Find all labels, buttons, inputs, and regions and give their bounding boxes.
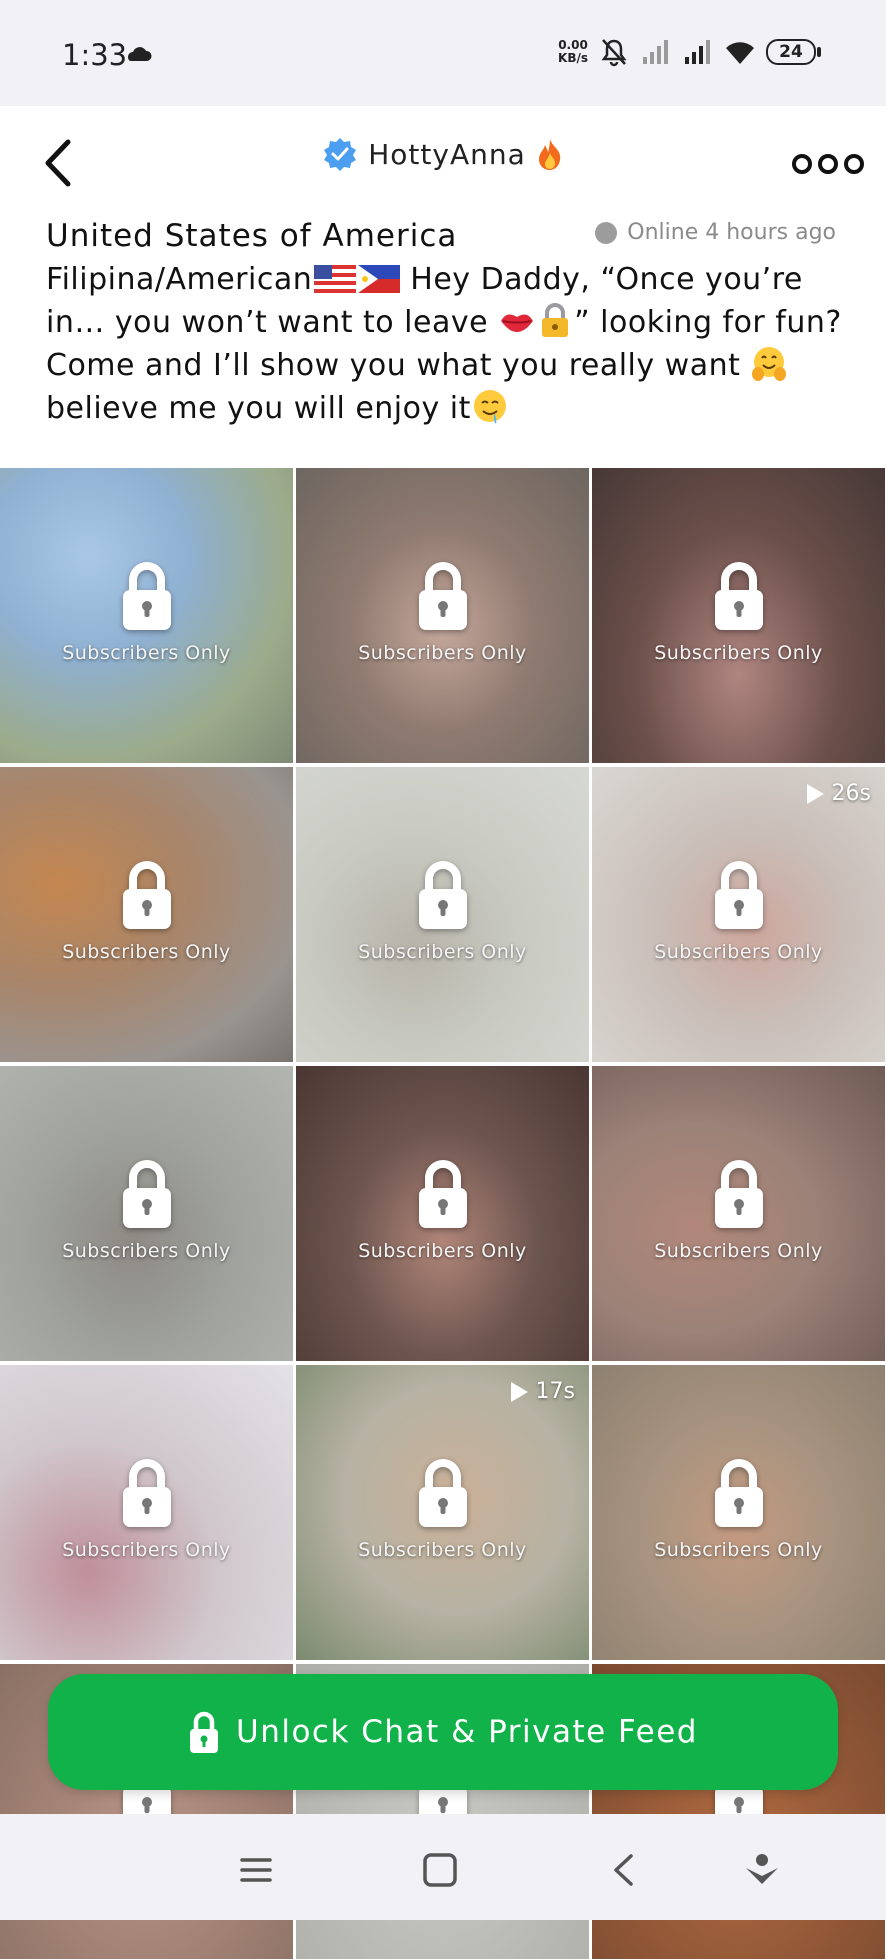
locked-overlay: Subscribers Only	[592, 1457, 885, 1561]
lock-icon	[714, 562, 763, 630]
locked-overlay: Subscribers Only	[0, 859, 293, 963]
subscribers-only-label: Subscribers Only	[654, 1240, 823, 1262]
lock-icon	[190, 1711, 218, 1753]
network-speed: 0.00 KB/s	[558, 38, 588, 65]
media-tile[interactable]: Subscribers Only	[0, 767, 293, 1062]
subscribers-only-label: Subscribers Only	[358, 941, 527, 963]
status-icons: 0.00 KB/s 24	[558, 36, 821, 68]
subscribers-only-label: Subscribers Only	[654, 1539, 823, 1561]
page-title: HottyAnna	[368, 137, 526, 171]
locked-overlay: Subscribers Only	[296, 560, 589, 664]
locked-overlay: Subscribers Only	[0, 1457, 293, 1561]
media-tile[interactable]: Subscribers Only	[0, 1066, 293, 1361]
subscribers-only-label: Subscribers Only	[62, 1240, 231, 1262]
play-icon	[806, 783, 824, 804]
lock-icon	[418, 1160, 467, 1228]
battery-icon: 24	[766, 39, 821, 65]
us-flag-icon	[314, 265, 357, 293]
status-bar: 1:33 0.00 KB/s 24	[0, 0, 886, 106]
subscribers-only-label: Subscribers Only	[358, 1240, 527, 1262]
online-status: Online 4 hours ago	[595, 220, 836, 245]
drooling-face-icon	[473, 390, 506, 424]
status-dot-icon	[595, 221, 618, 244]
locked-overlay: Subscribers Only	[296, 1457, 589, 1561]
lock-icon	[122, 1160, 171, 1228]
signal-icon	[643, 40, 668, 64]
profile-title: HottyAnna	[0, 136, 886, 172]
profile-country: United States of America	[46, 218, 458, 254]
lock-icon	[122, 562, 171, 630]
media-tile[interactable]: Subscribers Only	[592, 1365, 885, 1660]
cloud-icon	[128, 47, 152, 61]
media-tile[interactable]: Subscribers Only	[0, 1365, 293, 1660]
lock-with-key-icon	[542, 303, 569, 337]
hugging-face-icon	[752, 347, 787, 381]
subscribers-only-label: Subscribers Only	[358, 642, 527, 664]
status-time: 1:33	[62, 38, 128, 72]
video-duration: 26s	[804, 781, 871, 806]
signal-icon	[685, 40, 710, 64]
locked-overlay: Subscribers Only	[592, 1158, 885, 1262]
lock-icon	[418, 861, 467, 929]
lock-icon	[714, 1160, 763, 1228]
subscribers-only-label: Subscribers Only	[358, 1539, 527, 1561]
philippines-flag-icon	[358, 265, 401, 293]
play-icon	[510, 1381, 528, 1402]
lock-icon	[418, 1459, 467, 1527]
unlock-chat-button[interactable]: Unlock Chat & Private Feed	[48, 1674, 838, 1790]
video-duration: 17s	[508, 1379, 575, 1404]
lock-icon	[714, 861, 763, 929]
locked-overlay: Subscribers Only	[296, 1158, 589, 1262]
system-nav-bar	[0, 1814, 886, 1920]
media-tile[interactable]: Subscribers Only	[592, 468, 885, 763]
lock-icon	[122, 861, 171, 929]
locked-overlay: Subscribers Only	[0, 1158, 293, 1262]
home-square-icon[interactable]	[420, 1850, 460, 1890]
kiss-lips-icon	[501, 314, 534, 332]
subscribers-only-label: Subscribers Only	[654, 642, 823, 664]
unlock-chat-label: Unlock Chat & Private Feed	[236, 1714, 698, 1750]
subscribers-only-label: Subscribers Only	[62, 1539, 231, 1561]
media-tile[interactable]: Subscribers Only	[592, 1066, 885, 1361]
locked-overlay: Subscribers Only	[592, 560, 885, 664]
lock-icon	[418, 562, 467, 630]
lock-icon	[122, 1459, 171, 1527]
back-triangle-icon[interactable]	[604, 1850, 644, 1890]
media-tile[interactable]: Subscribers Only	[0, 468, 293, 763]
subscribers-only-label: Subscribers Only	[654, 941, 823, 963]
subscribers-only-label: Subscribers Only	[62, 941, 231, 963]
lock-icon	[714, 1459, 763, 1527]
menu-icon[interactable]	[236, 1850, 276, 1890]
top-app-bar: HottyAnna	[0, 106, 886, 220]
locked-overlay: Subscribers Only	[296, 859, 589, 963]
wifi-icon	[726, 42, 754, 64]
assistant-icon[interactable]	[742, 1850, 782, 1890]
more-options-icon[interactable]	[792, 154, 864, 174]
mute-icon	[601, 39, 627, 67]
profile-bio: Filipina/American Hey Daddy, “Once you’r…	[46, 262, 842, 426]
locked-overlay: Subscribers Only	[0, 560, 293, 664]
media-tile[interactable]: Subscribers Only 17s	[296, 1365, 589, 1660]
subscribers-only-label: Subscribers Only	[62, 642, 231, 664]
media-tile[interactable]: Subscribers Only	[296, 468, 589, 763]
media-tile[interactable]: Subscribers Only	[296, 1066, 589, 1361]
media-tile[interactable]: Subscribers Only	[296, 767, 589, 1062]
media-tile[interactable]: Subscribers Only 26s	[592, 767, 885, 1062]
fire-emoji-icon	[538, 139, 561, 170]
verified-badge-icon	[324, 138, 357, 171]
locked-overlay: Subscribers Only	[592, 859, 885, 963]
profile-info: United States of America Online 4 hours …	[0, 218, 886, 468]
